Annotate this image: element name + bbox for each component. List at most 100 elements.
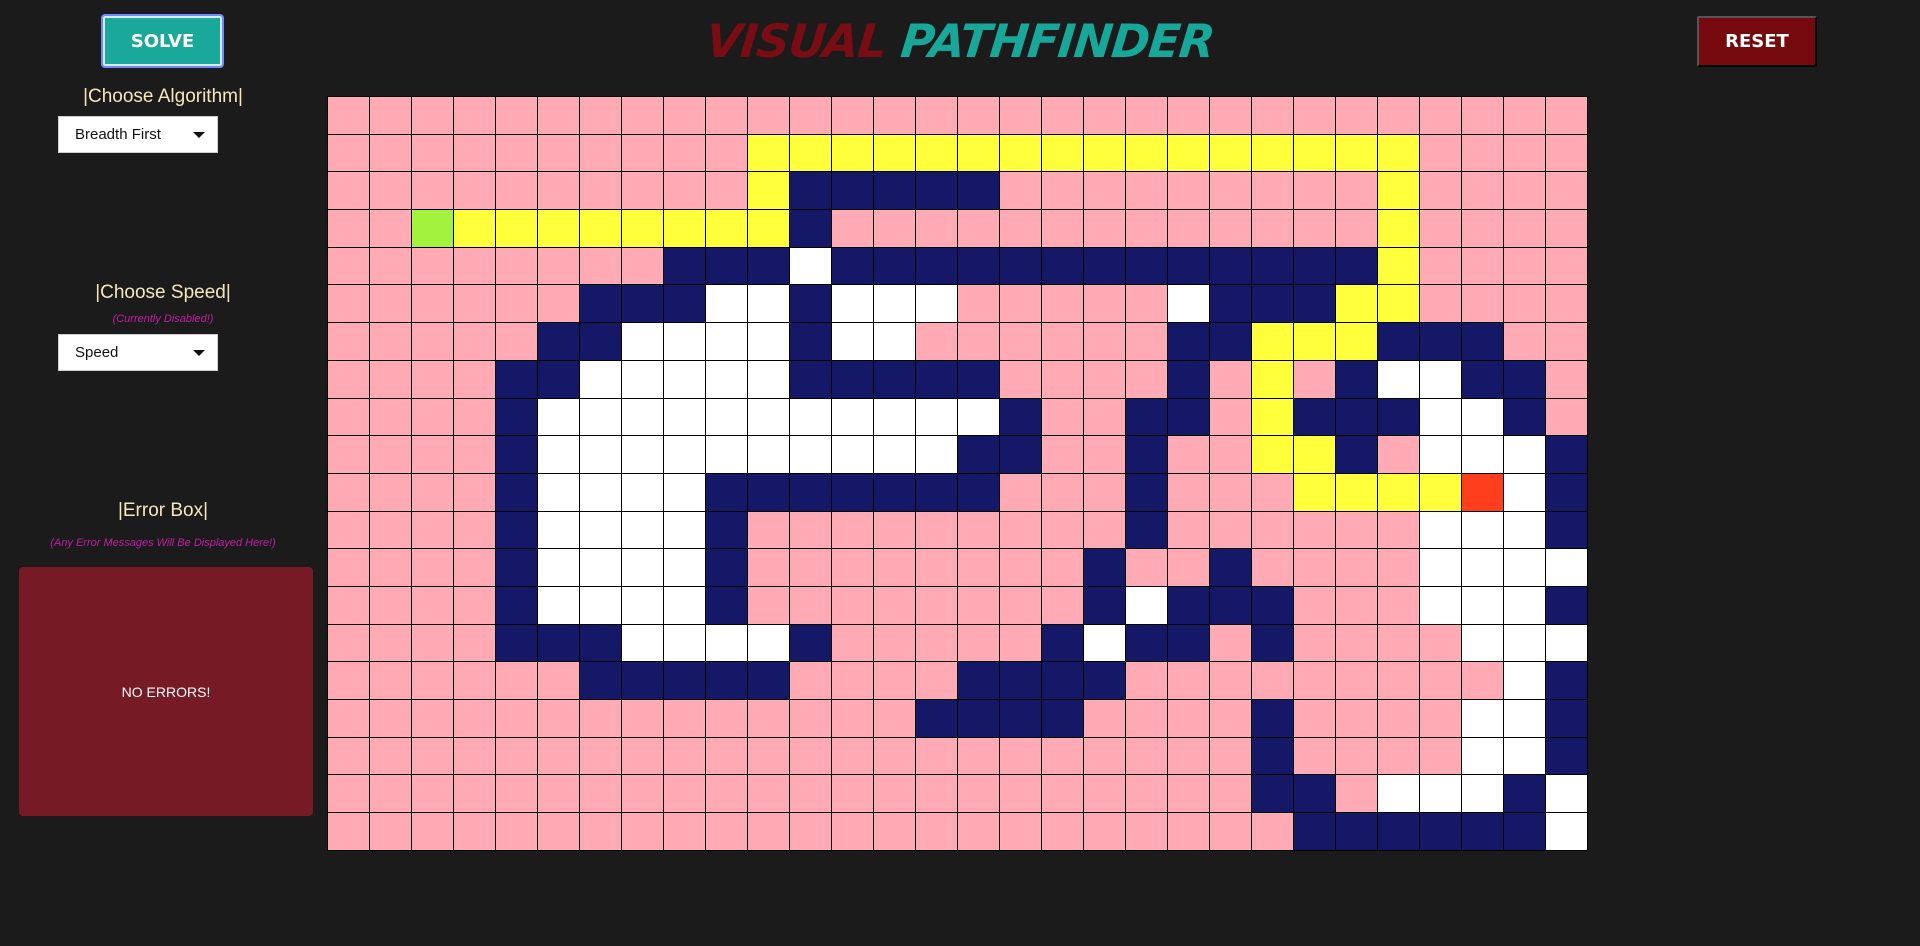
grid-cell-unvisited[interactable] [789, 585, 831, 624]
grid-cell-wall[interactable] [789, 171, 831, 210]
grid-cell-path[interactable] [663, 209, 705, 247]
grid-cell-unvisited[interactable] [705, 812, 747, 850]
grid-cell-visited[interactable] [537, 397, 579, 436]
grid-cell-unvisited[interactable] [915, 585, 957, 624]
grid-cell-unvisited[interactable] [537, 774, 579, 813]
grid-cell-visited[interactable] [663, 397, 705, 436]
grid-cell-unvisited[interactable] [1545, 133, 1587, 172]
grid-cell-visited[interactable] [873, 284, 915, 323]
grid-cell-start[interactable] [411, 209, 453, 247]
grid-cell-unvisited[interactable] [1545, 246, 1587, 285]
grid-cell-unvisited[interactable] [411, 812, 453, 850]
grid-cell-unvisited[interactable] [915, 209, 957, 247]
grid-cell-unvisited[interactable] [747, 510, 789, 549]
grid-cell-unvisited[interactable] [1419, 661, 1461, 699]
grid-cell-visited[interactable] [705, 397, 747, 436]
grid-cell-unvisited[interactable] [1167, 472, 1209, 511]
grid-cell-unvisited[interactable] [705, 133, 747, 172]
grid-cell-visited[interactable] [1419, 397, 1461, 436]
algorithm-select[interactable]: Breadth First [58, 116, 218, 153]
grid-cell-unvisited[interactable] [1041, 171, 1083, 210]
grid-cell-visited[interactable] [1461, 736, 1503, 775]
grid-cell-wall[interactable] [579, 322, 621, 360]
grid-cell-unvisited[interactable] [705, 96, 747, 134]
grid-cell-unvisited[interactable] [1167, 435, 1209, 473]
grid-cell-unvisited[interactable] [327, 284, 369, 323]
grid-cell-wall[interactable] [1167, 585, 1209, 624]
grid-cell-wall[interactable] [663, 246, 705, 285]
grid-cell-unvisited[interactable] [873, 96, 915, 134]
grid-cell-unvisited[interactable] [999, 284, 1041, 323]
grid-cell-unvisited[interactable] [579, 96, 621, 134]
grid-cell-unvisited[interactable] [1125, 736, 1167, 775]
grid-cell-wall[interactable] [495, 397, 537, 436]
grid-cell-path[interactable] [1419, 472, 1461, 511]
grid-cell-unvisited[interactable] [411, 623, 453, 662]
grid-cell-unvisited[interactable] [453, 96, 495, 134]
grid-cell-unvisited[interactable] [369, 359, 411, 398]
grid-cell-path[interactable] [1377, 209, 1419, 247]
grid-cell-visited[interactable] [1503, 585, 1545, 624]
grid-cell-unvisited[interactable] [1041, 359, 1083, 398]
grid-cell-wall[interactable] [1293, 246, 1335, 285]
grid-cell-unvisited[interactable] [1545, 96, 1587, 134]
grid-cell-wall[interactable] [495, 623, 537, 662]
grid-cell-wall[interactable] [957, 661, 999, 699]
grid-cell-wall[interactable] [579, 661, 621, 699]
grid-cell-unvisited[interactable] [1125, 171, 1167, 210]
grid-cell-unvisited[interactable] [1251, 812, 1293, 850]
grid-cell-visited[interactable] [621, 435, 663, 473]
grid-cell-path[interactable] [1251, 133, 1293, 172]
grid-cell-unvisited[interactable] [999, 736, 1041, 775]
grid-cell-wall[interactable] [537, 359, 579, 398]
grid-cell-unvisited[interactable] [915, 736, 957, 775]
grid-cell-visited[interactable] [705, 322, 747, 360]
grid-cell-unvisited[interactable] [1209, 359, 1251, 398]
grid-cell-wall[interactable] [1461, 359, 1503, 398]
grid-cell-wall[interactable] [1041, 623, 1083, 662]
grid-cell-unvisited[interactable] [1209, 510, 1251, 549]
grid-cell-unvisited[interactable] [747, 585, 789, 624]
grid-cell-wall[interactable] [915, 359, 957, 398]
grid-cell-unvisited[interactable] [1041, 585, 1083, 624]
grid-cell-wall[interactable] [1083, 661, 1125, 699]
grid-cell-unvisited[interactable] [705, 699, 747, 737]
grid-cell-unvisited[interactable] [495, 661, 537, 699]
grid-cell-unvisited[interactable] [495, 96, 537, 134]
grid-cell-path[interactable] [1251, 359, 1293, 398]
grid-cell-unvisited[interactable] [1335, 585, 1377, 624]
grid-cell-path[interactable] [789, 133, 831, 172]
grid-cell-visited[interactable] [705, 623, 747, 662]
grid-cell-wall[interactable] [789, 209, 831, 247]
grid-cell-unvisited[interactable] [831, 736, 873, 775]
speed-select[interactable]: Speed [58, 334, 218, 371]
grid-cell-path[interactable] [495, 209, 537, 247]
grid-cell-unvisited[interactable] [369, 774, 411, 813]
grid-cell-wall[interactable] [495, 510, 537, 549]
grid-cell-wall[interactable] [1251, 246, 1293, 285]
grid-cell-wall[interactable] [999, 699, 1041, 737]
grid-cell-wall[interactable] [1545, 510, 1587, 549]
grid-cell-unvisited[interactable] [1041, 548, 1083, 586]
grid-cell-visited[interactable] [1461, 548, 1503, 586]
grid-cell-unvisited[interactable] [1461, 284, 1503, 323]
grid-cell-unvisited[interactable] [453, 736, 495, 775]
grid-cell-wall[interactable] [1335, 812, 1377, 850]
grid-cell-wall[interactable] [789, 472, 831, 511]
grid-cell-unvisited[interactable] [1377, 661, 1419, 699]
grid-cell-unvisited[interactable] [411, 284, 453, 323]
grid-cell-unvisited[interactable] [621, 96, 663, 134]
grid-cell-unvisited[interactable] [327, 736, 369, 775]
grid-cell-unvisited[interactable] [327, 435, 369, 473]
grid-cell-unvisited[interactable] [579, 736, 621, 775]
grid-cell-path[interactable] [1377, 284, 1419, 323]
grid-cell-unvisited[interactable] [369, 435, 411, 473]
grid-cell-unvisited[interactable] [873, 510, 915, 549]
grid-cell-unvisited[interactable] [999, 359, 1041, 398]
grid-cell-wall[interactable] [1083, 585, 1125, 624]
grid-cell-visited[interactable] [1503, 623, 1545, 662]
grid-cell-unvisited[interactable] [1419, 623, 1461, 662]
grid-cell-visited[interactable] [1461, 435, 1503, 473]
grid-cell-unvisited[interactable] [1335, 96, 1377, 134]
grid-cell-path[interactable] [705, 209, 747, 247]
